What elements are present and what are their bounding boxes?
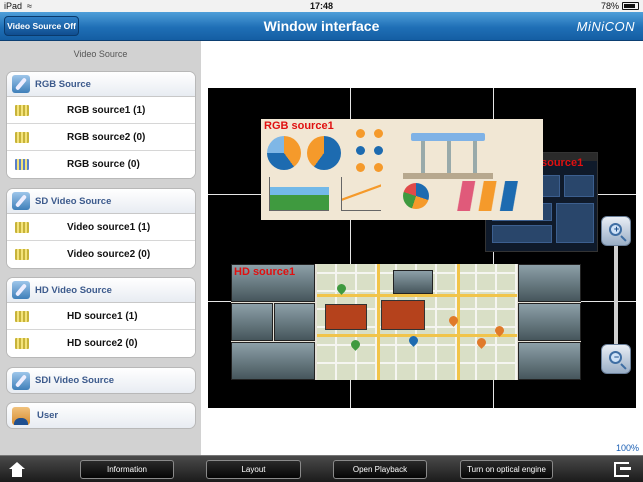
group-sd-video-source: SD Video Source Video source1 (1) Video … xyxy=(6,188,196,269)
window-title: source1 xyxy=(541,157,584,169)
connector-icon xyxy=(15,249,29,260)
group-label: HD Video Source xyxy=(35,284,112,296)
connector-icon xyxy=(15,159,29,170)
group-label: SD Video Source xyxy=(35,195,112,207)
item-label: RGB source (0) xyxy=(67,159,140,170)
group-user: User xyxy=(6,402,196,429)
zoom-track[interactable] xyxy=(614,236,618,356)
cable-icon xyxy=(12,192,30,210)
list-item-rgb-source2[interactable]: RGB source2 (0) xyxy=(7,124,195,151)
donut-graphic xyxy=(307,136,341,170)
battery-percent: 78% xyxy=(600,1,619,11)
item-label: RGB source1 (1) xyxy=(67,104,146,116)
sidebar-heading: Video Source xyxy=(73,49,128,59)
item-label: Video source1 (1) xyxy=(67,221,151,233)
item-label: Video source2 (0) xyxy=(67,249,151,260)
stat-chip xyxy=(356,163,365,172)
brand-logo: MiNiCON xyxy=(576,19,635,34)
pie-graphic xyxy=(403,183,429,209)
stat-chip xyxy=(374,146,383,155)
item-label: HD source2 (0) xyxy=(67,338,138,349)
connector-icon xyxy=(15,221,29,233)
zoom-level: 100% xyxy=(615,443,639,453)
area-graphic xyxy=(269,177,329,211)
connector-icon xyxy=(15,104,29,116)
cable-icon xyxy=(12,281,30,299)
information-button[interactable]: Information xyxy=(80,460,174,479)
panel-block xyxy=(492,225,552,243)
connector-icon xyxy=(15,131,29,143)
stat-chip xyxy=(374,163,383,172)
panel-block xyxy=(556,203,594,243)
group-header-user[interactable]: User xyxy=(7,403,195,428)
wall-window-rgb-source1[interactable]: RGB source1 xyxy=(261,119,543,220)
main-panel: source1 RGB source1 HD source1 + − 100% xyxy=(201,41,643,455)
exit-icon[interactable] xyxy=(614,462,631,477)
item-label: RGB source2 (0) xyxy=(67,131,146,143)
title-bar: Video Source Off Window interface MiNiCO… xyxy=(0,12,643,41)
map-popup xyxy=(325,304,367,330)
camera-feed xyxy=(393,270,433,294)
wall-window-hd-source1[interactable]: HD source1 xyxy=(231,264,581,380)
connector-icon xyxy=(15,338,29,349)
optical-engine-button[interactable]: Turn on optical engine xyxy=(460,460,553,479)
open-playback-button[interactable]: Open Playback xyxy=(333,460,427,479)
group-rgb-source: RGB Source RGB source1 (1) RGB source2 (… xyxy=(6,71,196,179)
group-sdi-video-source: SDI Video Source xyxy=(6,367,196,394)
group-label: RGB Source xyxy=(35,78,91,90)
group-header-sdi[interactable]: SDI Video Source xyxy=(7,368,195,393)
video-wall[interactable]: source1 RGB source1 HD source1 + − xyxy=(208,88,636,408)
page-title: Window interface xyxy=(263,18,380,34)
list-item-video-source1[interactable]: Video source1 (1) xyxy=(7,214,195,241)
battery-icon xyxy=(622,2,639,10)
camera-feed xyxy=(518,264,581,302)
layout-button[interactable]: Layout xyxy=(206,460,301,479)
mountain-graphic xyxy=(445,181,525,211)
cable-icon xyxy=(12,75,30,93)
cable-icon xyxy=(12,371,30,390)
list-item-rgb-source[interactable]: RGB source (0) xyxy=(7,151,195,178)
group-label: User xyxy=(37,410,59,421)
camera-feed xyxy=(518,342,581,380)
window-title: HD source1 xyxy=(234,266,296,278)
group-header-sd[interactable]: SD Video Source xyxy=(7,189,195,214)
map-popup xyxy=(381,300,425,330)
stat-chip xyxy=(356,129,365,138)
camera-feed xyxy=(231,303,273,341)
group-header-rgb[interactable]: RGB Source xyxy=(7,72,195,97)
line-graphic xyxy=(341,177,381,211)
group-hd-video-source: HD Video Source HD source1 (1) HD source… xyxy=(6,277,196,358)
list-item-hd-source2[interactable]: HD source2 (0) xyxy=(7,330,195,357)
list-item-hd-source1[interactable]: HD source1 (1) xyxy=(7,303,195,330)
map-view xyxy=(317,264,517,380)
zoom-slider[interactable]: + − xyxy=(601,216,631,374)
zoom-in-button[interactable]: + xyxy=(601,216,631,246)
status-bar: iPad ≈ 17:48 78% xyxy=(0,0,643,12)
connector-icon xyxy=(15,310,29,322)
list-item-video-source2[interactable]: Video source2 (0) xyxy=(7,241,195,268)
zoom-out-button[interactable]: − xyxy=(601,344,631,374)
camera-feed xyxy=(274,303,315,341)
window-title: RGB source1 xyxy=(264,120,334,132)
user-icon xyxy=(12,406,30,425)
list-item-rgb-source1[interactable]: RGB source1 (1) xyxy=(7,97,195,124)
stat-chip xyxy=(374,129,383,138)
item-label: HD source1 (1) xyxy=(67,310,138,322)
group-label: SDI Video Source xyxy=(35,375,115,386)
camera-feed xyxy=(518,303,581,341)
stat-chip xyxy=(356,146,365,155)
video-source-sidebar: Video Source RGB Source RGB source1 (1) … xyxy=(0,41,201,455)
clock: 17:48 xyxy=(309,1,334,11)
camera-feed xyxy=(231,342,315,380)
group-header-hd[interactable]: HD Video Source xyxy=(7,278,195,303)
bottom-toolbar: Information Layout Open Playback Turn on… xyxy=(0,455,643,482)
donut-graphic xyxy=(267,136,301,170)
panel-block xyxy=(564,175,594,197)
home-icon[interactable] xyxy=(9,462,25,477)
gas-station-graphic xyxy=(403,133,493,183)
